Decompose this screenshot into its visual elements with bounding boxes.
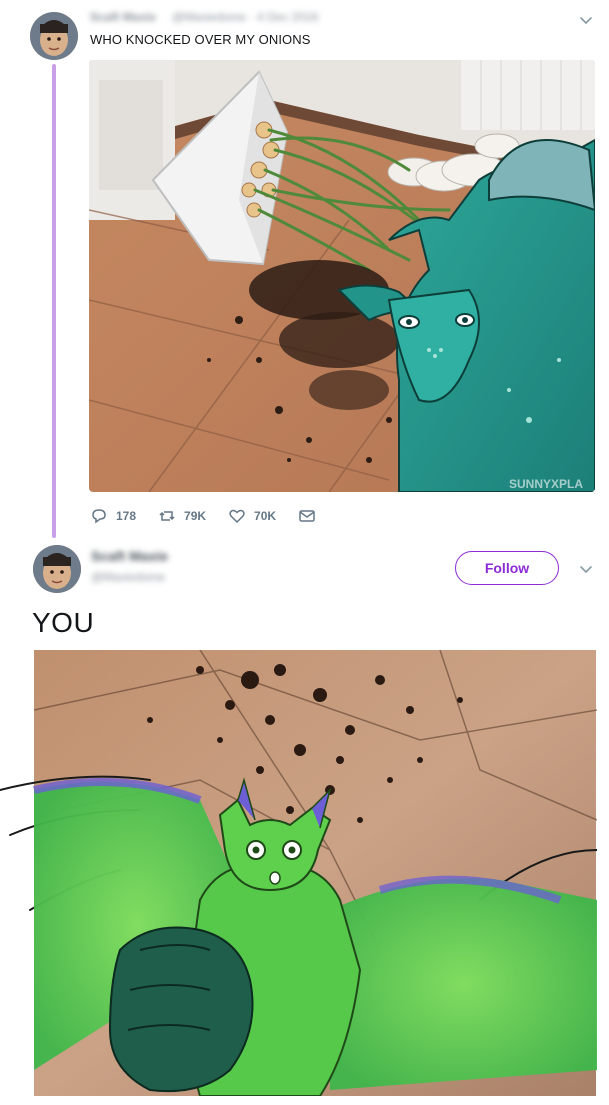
author-handle[interactable]: @Maxiedome · 4 Dec 2016 bbox=[172, 10, 318, 24]
thread-line bbox=[52, 64, 56, 538]
retweet-action[interactable]: 79K bbox=[158, 507, 206, 525]
author-name[interactable]: Scaft Maxie bbox=[91, 548, 168, 564]
avatar[interactable] bbox=[30, 12, 78, 60]
tweet-text: WHO KNOCKED OVER MY ONIONS bbox=[90, 32, 311, 47]
retweet-count: 79K bbox=[184, 509, 207, 523]
like-action[interactable]: 70K bbox=[228, 507, 276, 525]
author-handle[interactable]: @Maxiedome bbox=[91, 570, 165, 584]
like-count: 70K bbox=[254, 509, 277, 523]
reply-count: 178 bbox=[116, 509, 137, 523]
chevron-down-icon[interactable] bbox=[576, 559, 596, 579]
tweet-photo[interactable]: SUNNYXPLA bbox=[89, 60, 595, 492]
reply-action[interactable]: 178 bbox=[90, 507, 136, 525]
like-icon bbox=[229, 509, 245, 524]
tweet-photo[interactable] bbox=[0, 650, 597, 1096]
avatar[interactable] bbox=[33, 545, 81, 593]
message-icon bbox=[299, 510, 315, 522]
tweet-text: YOU bbox=[32, 607, 95, 638]
chevron-down-icon[interactable] bbox=[576, 10, 596, 30]
reply-icon bbox=[92, 509, 106, 524]
retweet-icon bbox=[159, 511, 175, 521]
author-name[interactable]: Scaft Maxie bbox=[90, 10, 156, 24]
onion-dragon-illustration: SUNNYXPLA bbox=[89, 60, 595, 492]
tweet-actions: 178 79K 70K bbox=[90, 506, 346, 526]
watermark: SUNNYXPLA bbox=[509, 477, 583, 491]
follow-button[interactable]: Follow bbox=[455, 551, 559, 585]
green-dragon-illustration bbox=[0, 650, 597, 1096]
message-action[interactable] bbox=[298, 507, 324, 525]
